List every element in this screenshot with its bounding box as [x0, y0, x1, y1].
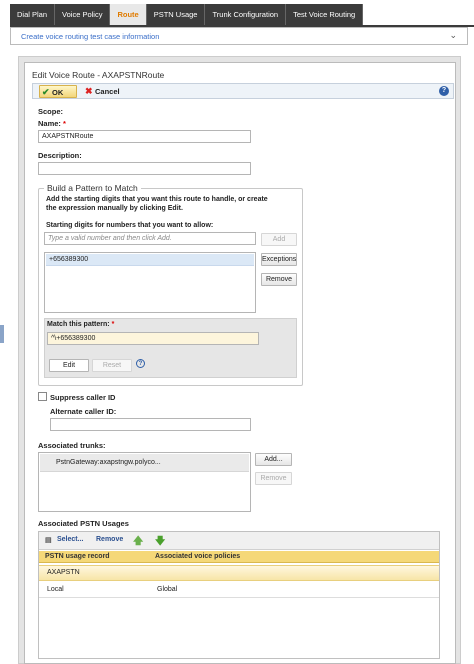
starting-digits-input[interactable]: Type a valid number and then click Add.: [44, 232, 256, 245]
remove-trunk-button[interactable]: Remove: [255, 472, 292, 485]
scope-label: Scope:: [38, 107, 64, 116]
list-item[interactable]: PstnGateway:axapstngw.polyco...: [40, 454, 249, 472]
exceptions-button[interactable]: Exceptions: [261, 253, 297, 266]
tab-voice-policy[interactable]: Voice Policy: [55, 4, 111, 25]
pstn-record-cell: Local: [47, 586, 64, 593]
starting-digits-label: Starting digits for numbers that you wan…: [46, 222, 214, 229]
test-case-link[interactable]: Create voice routing test case informati…: [21, 32, 159, 41]
remove-digits-button[interactable]: Remove: [261, 273, 297, 286]
tab-test-voice-routing[interactable]: Test Voice Routing: [286, 4, 364, 25]
name-label: Name: *: [38, 119, 66, 128]
table-row[interactable]: AXAPSTN: [39, 565, 439, 581]
dialog-title: Edit Voice Route - AXAPSTNRoute: [32, 70, 165, 80]
close-icon: ✖: [85, 86, 93, 96]
cancel-button[interactable]: ✖ Cancel: [83, 85, 120, 98]
arrow-up-icon[interactable]: 🡅: [133, 534, 143, 551]
match-pattern-input[interactable]: ^\+656389300: [47, 332, 259, 345]
tab-dial-plan[interactable]: Dial Plan: [10, 4, 56, 25]
cancel-label: Cancel: [95, 87, 120, 96]
ok-button[interactable]: ✔ OK: [39, 85, 77, 98]
tab-trunk-configuration[interactable]: Trunk Configuration: [205, 4, 287, 25]
column-header[interactable]: PSTN usage record: [45, 551, 110, 563]
chevron-down-icon[interactable]: ⌄: [449, 30, 457, 41]
test-case-bar[interactable]: Create voice routing test case informati…: [10, 27, 468, 45]
pstn-usages-grid: ▤ Select... Remove 🡅 🡇 PSTN usage record…: [38, 531, 440, 659]
add-digits-button[interactable]: Add: [261, 233, 297, 246]
reset-pattern-button[interactable]: Reset: [92, 359, 132, 372]
tab-pstn-usage[interactable]: PSTN Usage: [147, 4, 206, 25]
pstn-toolbar: ▤ Select... Remove 🡅 🡇: [39, 532, 439, 550]
table-row[interactable]: Local Global: [39, 582, 439, 598]
tab-route[interactable]: Route: [110, 4, 147, 25]
select-icon: ▤: [45, 537, 52, 544]
pstn-policies-cell: Global: [157, 586, 178, 593]
column-header[interactable]: Associated voice policies: [155, 551, 240, 563]
suppress-caller-id-label: Suppress caller ID: [50, 393, 116, 402]
name-input[interactable]: AXAPSTNRoute: [38, 130, 251, 143]
ok-label: OK: [52, 88, 64, 97]
description-label: Description:: [38, 151, 82, 160]
dialog-toolbar: ✔ OK ✖ Cancel ?: [32, 83, 454, 99]
suppress-caller-id-checkbox[interactable]: [38, 392, 47, 401]
arrow-down-icon[interactable]: 🡇: [155, 534, 165, 551]
pstn-usages-label: Associated PSTN Usages: [38, 519, 129, 528]
pattern-legend: Build a Pattern to Match: [44, 183, 141, 193]
associated-trunks-label: Associated trunks:: [38, 441, 106, 450]
pstn-record-cell: AXAPSTN: [47, 569, 80, 576]
match-pattern-label: Match this pattern: *: [47, 321, 115, 328]
help-icon[interactable]: ?: [439, 86, 449, 96]
digits-list[interactable]: +656389300: [44, 252, 256, 313]
list-item[interactable]: +656389300: [46, 254, 254, 266]
trunks-list[interactable]: PstnGateway:axapstngw.polyco...: [38, 452, 251, 512]
alternate-caller-id-input[interactable]: [50, 418, 251, 431]
check-icon: ✔: [42, 87, 50, 97]
left-collapse-handle[interactable]: [0, 325, 4, 343]
description-input[interactable]: [38, 162, 251, 175]
pattern-instructions: Add the starting digits that you want th…: [46, 196, 268, 212]
edit-pattern-button[interactable]: Edit: [49, 359, 89, 372]
remove-pstn-button[interactable]: Remove: [96, 536, 123, 543]
tab-strip: Dial Plan Voice Policy Route PSTN Usage …: [10, 4, 364, 25]
required-mark: *: [63, 119, 66, 128]
pstn-grid-header: PSTN usage record Associated voice polic…: [39, 551, 439, 563]
add-trunk-button[interactable]: Add...: [255, 453, 292, 466]
help-icon[interactable]: ?: [136, 359, 145, 368]
alternate-caller-id-label: Alternate caller ID:: [50, 407, 117, 416]
select-pstn-button[interactable]: Select...: [57, 536, 83, 543]
